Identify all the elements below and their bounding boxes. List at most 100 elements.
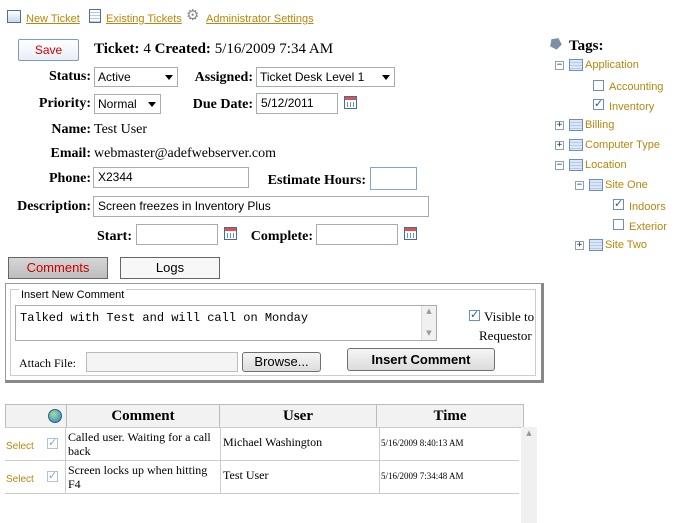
- comment-text: Talked with Test and will call on Monday: [20, 311, 309, 325]
- start-label: Start:: [97, 229, 132, 244]
- folder-icon: [589, 179, 603, 191]
- tag-computer-type[interactable]: Computer Type: [585, 139, 660, 151]
- chevron-down-icon: [165, 75, 173, 80]
- collapse-icon[interactable]: −: [555, 61, 564, 70]
- name-value: Test User: [94, 122, 148, 137]
- grid-body: Select Called user. Waiting for a call b…: [5, 427, 519, 494]
- save-button[interactable]: Save: [18, 39, 79, 61]
- email-label: Email:: [50, 146, 91, 161]
- description-label: Description:: [17, 199, 91, 214]
- tag-location[interactable]: Location: [585, 159, 627, 171]
- phone-label: Phone:: [49, 171, 91, 186]
- expand-icon[interactable]: +: [555, 121, 564, 130]
- insert-comment-legend: Insert New Comment: [19, 289, 127, 301]
- grid-header-time: Time: [376, 404, 524, 428]
- administrator-settings-link[interactable]: Administrator Settings: [206, 13, 314, 25]
- name-label: Name:: [51, 122, 91, 137]
- grid-scrollbar[interactable]: ▲: [521, 427, 537, 523]
- row-checkbox[interactable]: [47, 436, 58, 449]
- ticket-number: 4: [143, 41, 151, 57]
- row-comment: Called user. Waiting for a call back: [65, 427, 221, 461]
- folder-icon: [569, 59, 583, 71]
- phone-input[interactable]: X2344: [93, 167, 249, 188]
- created-label: Created:: [154, 41, 211, 57]
- row-time: 5/16/2009 7:34:48 AM: [379, 460, 519, 494]
- grid-refresh-header: [44, 404, 67, 428]
- tag-inventory-checkbox[interactable]: [593, 97, 604, 110]
- chevron-down-icon: [148, 102, 156, 107]
- chevron-down-icon: [382, 75, 390, 80]
- visible-to-requestor-checkbox[interactable]: [469, 308, 480, 321]
- start-input[interactable]: [136, 224, 218, 245]
- tag-site-one[interactable]: Site One: [605, 179, 648, 191]
- existing-tickets-link[interactable]: Existing Tickets: [106, 13, 182, 25]
- scroll-down-icon[interactable]: ▼: [422, 328, 436, 338]
- comments-grid: Comment User Time Select Called user. Wa…: [5, 404, 537, 523]
- ticket-label: Ticket:: [94, 41, 140, 57]
- due-date-calendar-icon[interactable]: [344, 96, 357, 109]
- estimate-hours-input[interactable]: [370, 167, 417, 190]
- new-ticket-link[interactable]: New Ticket: [26, 13, 80, 25]
- tab-logs[interactable]: Logs: [120, 257, 220, 279]
- complete-calendar-icon[interactable]: [404, 227, 417, 240]
- globe-icon[interactable]: [48, 409, 62, 423]
- table-row: Select Called user. Waiting for a call b…: [5, 427, 519, 461]
- complete-input[interactable]: [316, 224, 398, 245]
- scroll-up-icon[interactable]: ▲: [422, 306, 436, 316]
- table-row: Select Screen locks up when hitting F4 T…: [5, 460, 519, 494]
- tag-site-two[interactable]: Site Two: [605, 239, 647, 251]
- priority-label: Priority:: [38, 96, 91, 111]
- email-value: webmaster@adefwebserver.com: [94, 146, 276, 161]
- row-select-link[interactable]: Select: [6, 474, 34, 485]
- tag-application[interactable]: Application: [585, 59, 639, 71]
- attach-file-input[interactable]: [86, 352, 238, 372]
- folder-icon: [589, 239, 603, 251]
- collapse-icon[interactable]: −: [555, 161, 564, 170]
- tag-inventory[interactable]: Inventory: [609, 101, 654, 113]
- tag-billing[interactable]: Billing: [585, 119, 614, 131]
- assigned-value: Ticket Desk Level 1: [260, 70, 365, 84]
- attach-file-label: Attach File:: [19, 356, 76, 370]
- priority-select[interactable]: Normal: [94, 94, 161, 114]
- tags-title: Tags:: [569, 38, 604, 54]
- ticket-header: Ticket: 4 Created: 5/16/2009 7:34 AM: [94, 41, 333, 58]
- tag-indoors[interactable]: Indoors: [629, 201, 666, 213]
- grid-header: Comment User Time: [5, 404, 524, 428]
- tag-exterior-checkbox[interactable]: [613, 219, 624, 230]
- browse-button[interactable]: Browse...: [242, 352, 321, 372]
- gear-icon[interactable]: ⚙: [186, 8, 199, 23]
- tag-indoors-checkbox[interactable]: [613, 197, 624, 210]
- status-select[interactable]: Active: [94, 67, 178, 87]
- status-label: Status:: [48, 69, 91, 84]
- due-date-label: Due Date:: [192, 97, 253, 112]
- estimate-hours-label: Estimate Hours:: [267, 173, 366, 188]
- description-input[interactable]: Screen freezes in Inventory Plus: [93, 196, 429, 217]
- insert-comment-button[interactable]: Insert Comment: [347, 348, 495, 371]
- complete-label: Complete:: [250, 229, 313, 244]
- row-comment: Screen locks up when hitting F4: [65, 460, 221, 494]
- collapse-icon[interactable]: −: [575, 181, 584, 190]
- requestor-label: Requestor: [479, 328, 532, 343]
- assigned-select[interactable]: Ticket Desk Level 1: [256, 67, 395, 87]
- tag-accounting-checkbox[interactable]: [593, 80, 604, 91]
- priority-value: Normal: [98, 97, 137, 111]
- existing-tickets-icon[interactable]: [89, 9, 101, 23]
- folder-icon: [569, 119, 583, 131]
- row-checkbox[interactable]: [47, 469, 58, 482]
- status-value: Active: [98, 70, 131, 84]
- expand-icon[interactable]: +: [575, 241, 584, 250]
- start-calendar-icon[interactable]: [224, 227, 237, 240]
- new-ticket-icon[interactable]: [7, 10, 21, 23]
- row-select-link[interactable]: Select: [6, 441, 34, 452]
- assigned-label: Assigned:: [194, 70, 253, 85]
- expand-icon[interactable]: +: [555, 141, 564, 150]
- row-user: Michael Washington: [220, 427, 380, 461]
- row-time: 5/16/2009 8:40:13 AM: [379, 427, 519, 461]
- comment-textarea[interactable]: Talked with Test and will call on Monday…: [15, 305, 437, 341]
- due-date-input[interactable]: 5/12/2011: [256, 93, 338, 114]
- scroll-up-icon[interactable]: ▲: [521, 427, 537, 439]
- comment-scrollbar[interactable]: ▲ ▼: [421, 306, 436, 340]
- tag-exterior[interactable]: Exterior: [629, 221, 667, 233]
- tag-accounting[interactable]: Accounting: [609, 81, 663, 93]
- tab-comments[interactable]: Comments: [8, 257, 108, 279]
